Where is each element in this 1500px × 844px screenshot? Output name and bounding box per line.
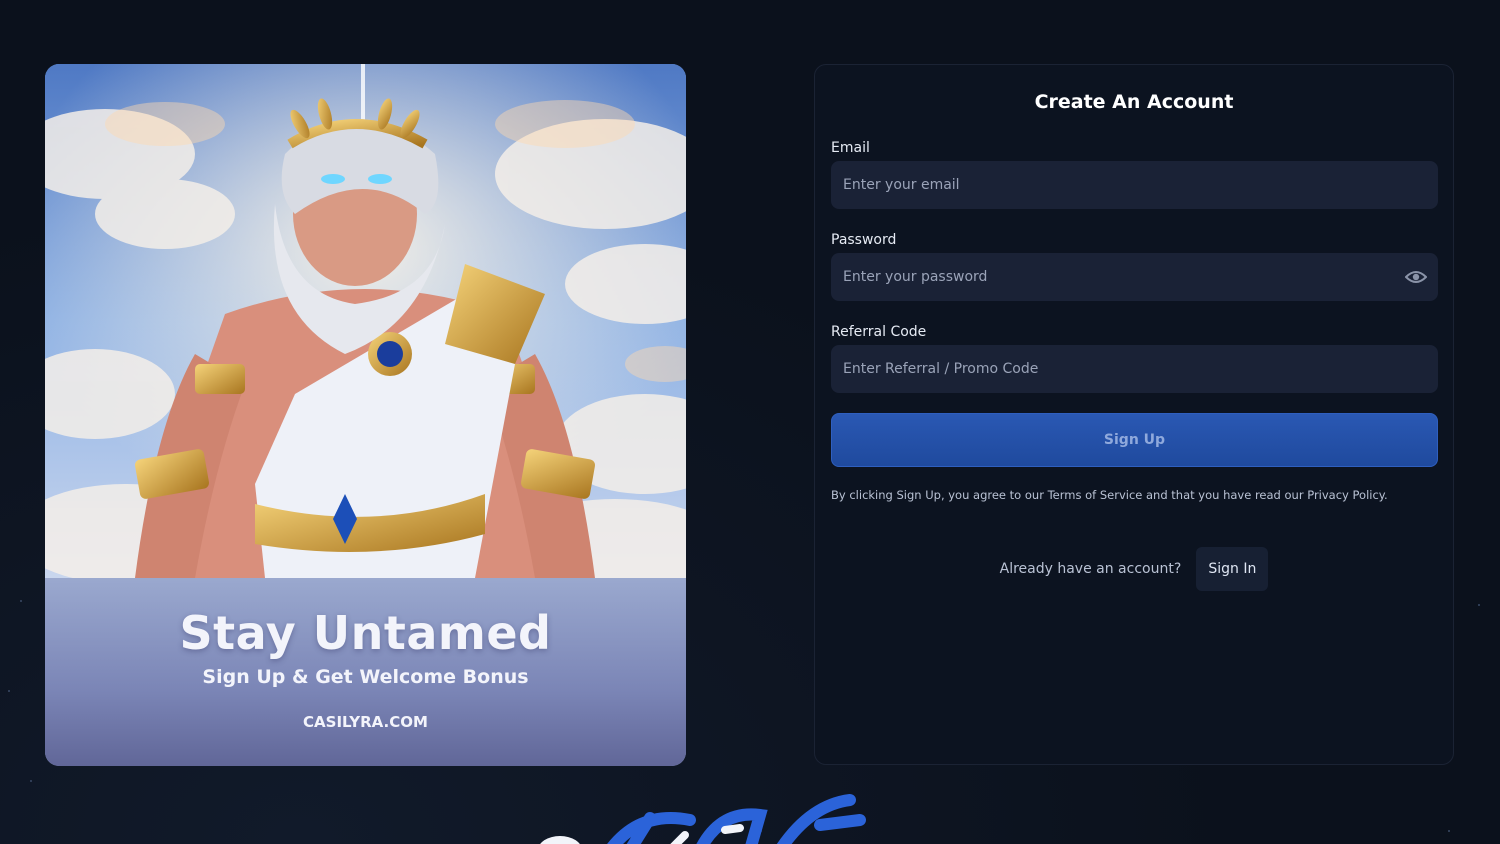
email-label: Email [831, 140, 870, 156]
terms-notice: By clicking Sign Up, you agree to our Te… [831, 488, 1388, 502]
promo-caption: Stay Untamed Sign Up & Get Welcome Bonus… [45, 578, 686, 766]
form-title: Create An Account [1034, 91, 1234, 113]
promo-banner: Stay Untamed Sign Up & Get Welcome Bonus… [45, 64, 686, 766]
signin-button[interactable]: Sign In [1196, 547, 1269, 591]
eye-icon[interactable] [1405, 269, 1427, 285]
password-label: Password [831, 232, 897, 248]
referral-label: Referral Code [831, 324, 927, 340]
signin-row: Already have an account? Sign In [815, 547, 1453, 591]
promo-site: CASILYRA.COM [303, 713, 428, 731]
referral-input[interactable] [831, 345, 1438, 393]
signup-button[interactable]: Sign Up [831, 413, 1438, 467]
zeus-illustration [45, 64, 686, 578]
decorative-lettering [540, 794, 866, 844]
signup-page: Stay Untamed Sign Up & Get Welcome Bonus… [0, 0, 1500, 844]
email-input[interactable] [831, 161, 1438, 209]
account-question: Already have an account? [999, 561, 1182, 577]
promo-subtitle: Sign Up & Get Welcome Bonus [202, 666, 529, 688]
password-input[interactable] [831, 253, 1438, 301]
promo-title: Stay Untamed [179, 606, 552, 660]
signup-form: Create An Account Email Password Referra… [814, 64, 1454, 765]
